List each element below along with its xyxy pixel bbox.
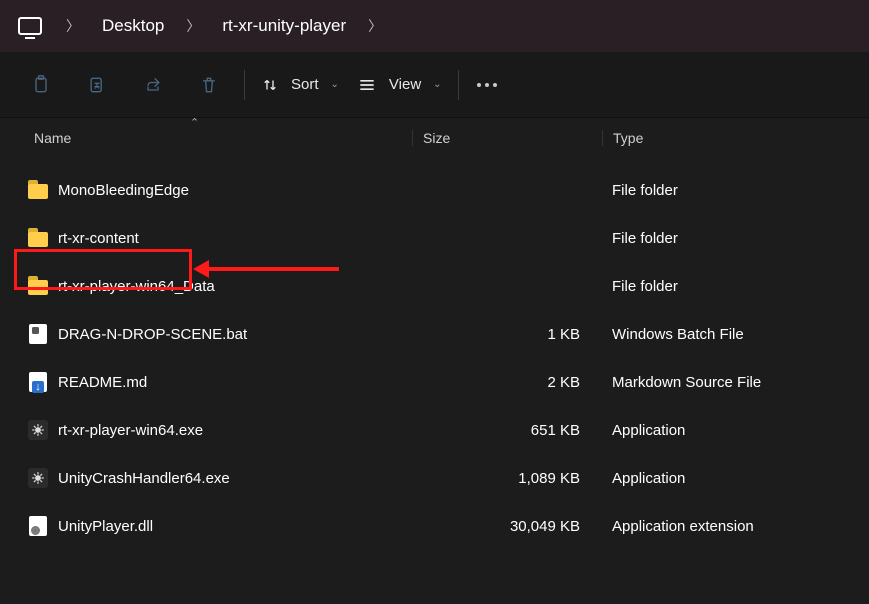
file-name: rt-xr-player-win64.exe [58, 422, 203, 439]
column-name-label: Name [34, 130, 71, 146]
file-name: README.md [58, 374, 147, 391]
batch-file-icon [28, 324, 48, 344]
file-row[interactable]: rt-xr-player-win64_Data File folder [0, 262, 869, 310]
sort-button[interactable]: Sort ⌄ [253, 70, 347, 100]
sort-label: Sort [291, 76, 319, 93]
column-size[interactable]: Size [412, 130, 602, 146]
file-size: 2 KB [412, 374, 602, 391]
folder-icon [28, 180, 48, 200]
toolbar: A Sort ⌄ View ⌄ [0, 52, 869, 118]
cut-button[interactable] [14, 65, 68, 105]
chevron-down-icon: ⌄ [433, 79, 441, 90]
chevron-right-icon: 〉 [54, 16, 92, 36]
file-type: Markdown Source File [602, 374, 869, 391]
file-name: rt-xr-player-win64_Data [58, 278, 215, 295]
file-row[interactable]: rt-xr-content File folder [0, 214, 869, 262]
breadcrumb-item[interactable]: Desktop [96, 12, 170, 40]
delete-button[interactable] [182, 65, 236, 105]
file-name: UnityPlayer.dll [58, 518, 153, 535]
chevron-right-icon: 〉 [174, 16, 212, 36]
folder-icon [28, 228, 48, 248]
file-name: UnityCrashHandler64.exe [58, 470, 230, 487]
file-size: 651 KB [412, 422, 602, 439]
file-name: MonoBleedingEdge [58, 182, 189, 199]
dll-file-icon [28, 516, 48, 536]
file-row[interactable]: UnityCrashHandler64.exe 1,089 KBApplicati… [0, 454, 869, 502]
svg-text:A: A [95, 82, 100, 91]
copy-button[interactable]: A [70, 65, 124, 105]
toolbar-divider [244, 70, 245, 100]
breadcrumb-item[interactable]: rt-xr-unity-player [216, 12, 352, 40]
chevron-down-icon: ⌄ [331, 79, 339, 90]
breadcrumb[interactable]: 〉 Desktop 〉 rt-xr-unity-player 〉 [0, 0, 869, 52]
file-type: Windows Batch File [602, 326, 869, 343]
toolbar-divider [458, 70, 459, 100]
file-row[interactable]: rt-xr-player-win64.exe 651 KBApplication [0, 406, 869, 454]
file-row[interactable]: MonoBleedingEdge File folder [0, 166, 869, 214]
application-icon [28, 468, 48, 488]
application-icon [28, 420, 48, 440]
this-pc-icon[interactable] [18, 17, 42, 35]
view-button[interactable]: View ⌄ [349, 69, 450, 101]
markdown-file-icon [28, 372, 48, 392]
column-type[interactable]: Type [602, 130, 869, 146]
file-row[interactable]: README.md 2 KBMarkdown Source File [0, 358, 869, 406]
file-type: Application extension [602, 518, 869, 535]
file-size: 1 KB [412, 326, 602, 343]
file-row[interactable]: DRAG-N-DROP-SCENE.bat 1 KBWindows Batch F… [0, 310, 869, 358]
file-name: DRAG-N-DROP-SCENE.bat [58, 326, 247, 343]
file-type: File folder [602, 182, 869, 199]
file-list: MonoBleedingEdgeFile folderrt-xr-content… [0, 158, 869, 550]
more-button[interactable] [467, 83, 507, 87]
sort-indicator-icon: ⌃ [190, 116, 199, 129]
file-size: 30,049 KB [412, 518, 602, 535]
view-label: View [389, 76, 421, 93]
file-name: rt-xr-content [58, 230, 139, 247]
share-button[interactable] [126, 65, 180, 105]
column-name[interactable]: Name ⌃ [34, 130, 412, 146]
folder-icon [28, 276, 48, 296]
file-type: Application [602, 470, 869, 487]
file-type: File folder [602, 278, 869, 295]
file-size: 1,089 KB [412, 470, 602, 487]
file-row[interactable]: UnityPlayer.dll 30,049 KBApplication exte… [0, 502, 869, 550]
column-headers: Name ⌃ Size Type [0, 118, 869, 158]
chevron-right-icon: 〉 [356, 16, 394, 36]
file-type: File folder [602, 230, 869, 247]
file-type: Application [602, 422, 869, 439]
